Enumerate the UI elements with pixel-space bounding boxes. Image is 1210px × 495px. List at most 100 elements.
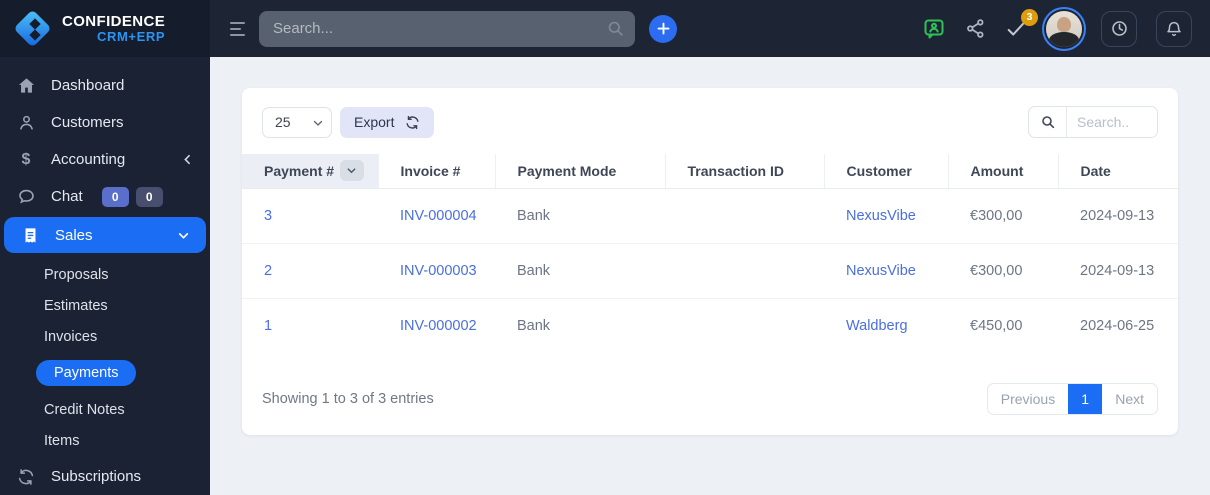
menu-toggle-icon[interactable] <box>230 21 245 36</box>
sidebar-nav: Dashboard Customers $ Accounting Chat 0 … <box>0 57 210 495</box>
pagination-next[interactable]: Next <box>1102 384 1157 414</box>
sort-chevron-icon[interactable] <box>339 160 364 182</box>
cell-date: 2024-06-25 <box>1080 317 1155 334</box>
sidebar-subitem[interactable]: Proposals <box>0 259 210 290</box>
invoice-link[interactable]: INV-000004 <box>400 208 477 224</box>
brand-line2: CRM+ERP <box>97 28 166 44</box>
invoice-link[interactable]: INV-000003 <box>400 263 477 279</box>
chevron-down-icon <box>177 229 190 242</box>
sidebar-item-sales[interactable]: Sales <box>4 217 206 253</box>
table-toolbar: 25 Export <box>242 106 1178 138</box>
table-search-input[interactable] <box>1067 107 1157 137</box>
notifications-button[interactable] <box>1156 10 1192 47</box>
export-label: Export <box>354 114 395 130</box>
sidebar-subitem-label: Payments <box>36 360 137 386</box>
search-icon <box>606 19 625 43</box>
payment-link[interactable]: 3 <box>264 208 272 224</box>
sales-submenu: Proposals Estimates Invoices Payments Cr… <box>0 255 210 458</box>
sidebar: CONFIDENCE CRM+ERP Dashboard Customers $… <box>0 0 210 495</box>
sidebar-subitem-label: Estimates <box>44 297 108 314</box>
table-search <box>1028 106 1158 138</box>
cell-amount: €300,00 <box>948 188 1058 244</box>
sidebar-item-customers[interactable]: Customers <box>0 104 210 141</box>
payment-link[interactable]: 1 <box>264 318 272 334</box>
payment-link[interactable]: 2 <box>264 263 272 279</box>
cell-customer: NexusVibe <box>824 188 948 244</box>
sidebar-subitem-label: Items <box>44 432 80 449</box>
sidebar-item-label: Accounting <box>51 151 126 168</box>
quick-add-button[interactable] <box>649 14 677 43</box>
pagination-page-1[interactable]: 1 <box>1068 384 1103 414</box>
brand-logo-icon <box>13 8 52 48</box>
sidebar-item-accounting[interactable]: $ Accounting <box>0 141 210 178</box>
cell-customer: Waldberg <box>824 298 948 353</box>
main-area: 3 25 <box>210 0 1210 495</box>
col-header-transaction-id[interactable]: Transaction ID <box>665 154 825 189</box>
col-header-payment-mode[interactable]: Payment Mode <box>495 154 666 189</box>
content-area: 25 Export Search.. Payment # Invoice # P… <box>210 57 1210 495</box>
sidebar-subitem[interactable]: Credit Notes <box>0 394 210 425</box>
customer-link[interactable]: NexusVibe <box>846 263 916 279</box>
todo-check-icon[interactable]: 3 <box>1005 8 1038 40</box>
brand-line1: CONFIDENCE <box>62 12 166 30</box>
sidebar-item-label: Dashboard <box>51 77 125 94</box>
sidebar-subitem[interactable]: Items <box>0 425 210 456</box>
app-window: CONFIDENCE CRM+ERP Dashboard Customers $… <box>0 0 1210 495</box>
cell-payment-number: 3 <box>242 188 378 244</box>
messages-icon[interactable] <box>922 17 946 41</box>
time-tracking-button[interactable] <box>1101 10 1137 47</box>
sidebar-item-label: Customers <box>51 114 124 131</box>
entries-summary: Showing 1 to 3 of 3 entries <box>262 391 434 407</box>
customer-link[interactable]: Waldberg <box>846 318 908 334</box>
sidebar-subitem[interactable]: Invoices <box>0 321 210 352</box>
cell-payment-number: 1 <box>242 298 378 353</box>
receipt-icon <box>20 227 40 244</box>
cell-amount: €450,00 <box>970 317 1023 334</box>
table-row[interactable]: 1 INV-000002 Bank Waldberg €450,00 2024-… <box>242 298 1178 353</box>
payments-card: 25 Export Search.. Payment # Invoice # P… <box>242 88 1178 435</box>
table-footer: Showing 1 to 3 of 3 entries Previous 1 N… <box>242 383 1178 415</box>
col-header-customer[interactable]: Customer <box>824 154 949 189</box>
col-header-invoice[interactable]: Invoice # <box>378 154 496 189</box>
sidebar-item-chat[interactable]: Chat 0 0 <box>0 178 210 215</box>
payments-table-body: 3 INV-000004 Bank NexusVibe €300,00 2024… <box>242 188 1178 353</box>
cell-invoice: INV-000002 <box>378 298 495 353</box>
cell-date: 2024-09-13 <box>1058 243 1178 299</box>
sidebar-subitem-label: Proposals <box>44 266 109 283</box>
table-row[interactable]: 3 INV-000004 Bank NexusVibe €300,00 2024… <box>242 188 1178 244</box>
payments-table: Payment # Invoice # Payment Mode Transac… <box>242 154 1178 353</box>
brand-logo[interactable]: CONFIDENCE CRM+ERP <box>0 0 210 57</box>
sidebar-subitem-label: Invoices <box>44 328 98 345</box>
chat-badges: 0 0 <box>101 186 163 207</box>
page-size-select[interactable]: 25 <box>262 106 332 138</box>
customer-link[interactable]: NexusVibe <box>846 208 916 224</box>
global-search-input[interactable] <box>259 10 635 47</box>
table-row[interactable]: 2 INV-000003 Bank NexusVibe €300,00 2024… <box>242 243 1178 299</box>
person-icon <box>16 113 36 132</box>
table-header-row: Payment # Invoice # Payment Mode Transac… <box>242 154 1178 189</box>
col-header-amount[interactable]: Amount <box>948 154 1059 189</box>
chat-badge-unread: 0 <box>101 186 129 207</box>
sidebar-subitem-label: Credit Notes <box>44 401 125 418</box>
todo-count-badge: 3 <box>1021 8 1038 26</box>
col-header-date[interactable]: Date <box>1058 154 1178 189</box>
col-header-payment[interactable]: Payment # <box>242 154 379 189</box>
cell-payment-mode: Bank <box>495 188 665 244</box>
refresh-icon <box>406 115 419 129</box>
sidebar-subitem[interactable]: Estimates <box>0 290 210 321</box>
sidebar-item-label: Chat <box>51 188 83 205</box>
cell-payment-number: 2 <box>242 243 378 299</box>
user-avatar[interactable] <box>1046 10 1082 47</box>
dollar-icon: $ <box>21 150 31 168</box>
export-button[interactable]: Export <box>340 106 435 138</box>
sidebar-item-subscriptions[interactable]: Subscriptions <box>0 458 210 495</box>
share-icon[interactable] <box>965 18 986 39</box>
sidebar-subitem[interactable]: Payments <box>0 352 210 394</box>
cell-invoice: INV-000003 <box>378 243 495 299</box>
invoice-link[interactable]: INV-000002 <box>400 318 477 334</box>
global-search <box>259 10 635 47</box>
cell-transaction-id <box>665 243 824 299</box>
sidebar-item-dashboard[interactable]: Dashboard <box>0 67 210 104</box>
pagination-previous[interactable]: Previous <box>988 384 1068 414</box>
search-icon[interactable] <box>1029 107 1067 137</box>
